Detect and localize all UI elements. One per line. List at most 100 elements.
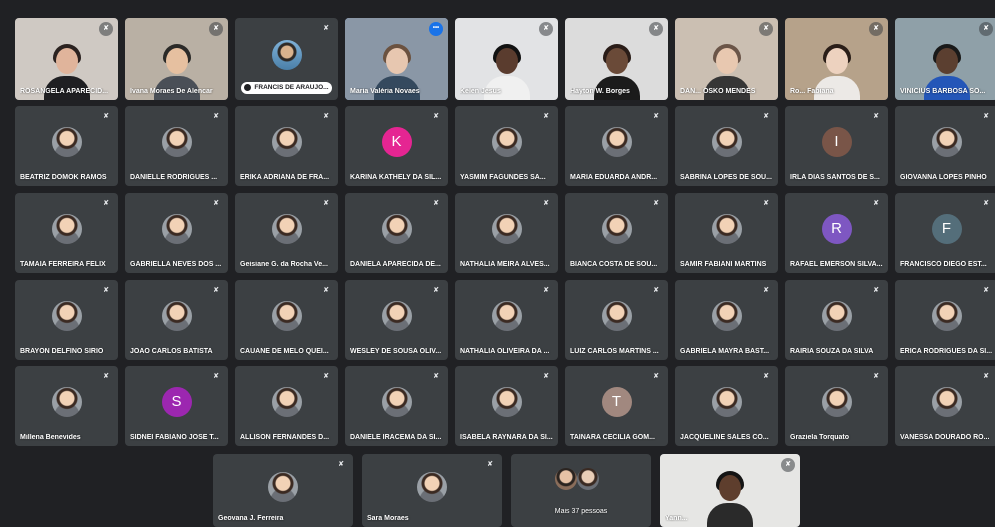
mic-off-icon: ✘ [323, 200, 329, 207]
participant-tile[interactable]: ✘ RAIRIA SOUZA DA SILVA [785, 280, 888, 360]
participant-tile[interactable]: ✘ VINICIUS BARBOSA SO... [895, 18, 995, 100]
mic-off-icon: ✘ [103, 287, 109, 294]
participant-tile[interactable]: ✘ DANIELA APARECIDA DE... [345, 193, 448, 273]
participant-name: ROSANGELA APARECID... [20, 88, 109, 95]
mic-off-icon: ✘ [983, 113, 989, 120]
participant-tile[interactable]: ✘ JACQUELINE SALES CO... [675, 366, 778, 446]
participant-tile[interactable]: ✘ DANIELE IRACEMA DA SI... [345, 366, 448, 446]
participant-tile[interactable]: K ✘ KARINA KATHELY DA SIL... [345, 106, 448, 186]
face-shape [715, 48, 738, 74]
participant-name: Maria Valéria Novaes [350, 88, 420, 95]
mic-off-icon: ✘ [433, 113, 439, 120]
participant-name: RAIRIA SOUZA DA SILVA [790, 348, 874, 355]
participant-tile[interactable]: ✘ Sara Moraes [362, 454, 502, 527]
more-options-icon[interactable]: ••• [429, 22, 443, 36]
participant-tile[interactable]: ✘ Kelen Jesus [455, 18, 558, 100]
participant-name: BIANCA COSTA DE SOU... [570, 261, 658, 268]
mic-off-icon: ✘ [323, 287, 329, 294]
avatar [271, 387, 302, 417]
avatar [711, 214, 742, 244]
avatar [555, 468, 577, 490]
participant-tile[interactable]: ✘ Millena Benevides [15, 366, 118, 446]
participant-tile[interactable]: ✘ TAMAIA FERREIRA FELIX [15, 193, 118, 273]
participant-tile[interactable]: ✘ CAUANE DE MELO QUEI... [235, 280, 338, 360]
more-participants-label: Mais 37 pessoas [554, 508, 608, 515]
participant-tile[interactable]: ✘ SABRINA LOPES DE SOU... [675, 106, 778, 186]
participant-tile[interactable]: ✘ SAMIR FABIANI MARTINS [675, 193, 778, 273]
mic-off-icon: ✘ [213, 373, 219, 380]
participant-name: VINICIUS BARBOSA SO... [900, 88, 986, 95]
face-shape [719, 475, 741, 501]
mic-off-icon: ✘ [323, 25, 329, 32]
mic-off-icon: ✘ [873, 373, 879, 380]
participant-name: Geovana J. Ferreira [218, 515, 284, 522]
participant-tile[interactable]: ✘ ERIKA ADRIANA DE FRA... [235, 106, 338, 186]
participant-tile[interactable]: ✘ NATHALIA OLIVEIRA DA ... [455, 280, 558, 360]
participant-tile[interactable]: ✘ DAN... OSKO MENDES [675, 18, 778, 100]
mic-off-icon: ✘ [543, 113, 549, 120]
avatar [268, 471, 298, 502]
participant-tile[interactable]: S ✘ SIDNEI FABIANO JOSE T... [125, 366, 228, 446]
participant-tile[interactable]: ✘ BIANCA COSTA DE SOU... [565, 193, 668, 273]
participant-name: BRAYON DELFINO SIRIO [20, 348, 104, 355]
mic-off-icon: ✘ [653, 287, 659, 294]
participant-name: FRANCIS DE ARAUJO... [241, 82, 332, 94]
participant-tile[interactable]: ✘ ROSANGELA APARECID... [15, 18, 118, 100]
face-shape [605, 48, 628, 74]
mic-off-icon: ✘ [543, 373, 549, 380]
participant-tile[interactable]: R ✘ RAFAEL EMERSON SILVA... [785, 193, 888, 273]
mic-off-icon: ✘ [543, 287, 549, 294]
participant-name: Yann... [665, 515, 688, 522]
participant-tile[interactable]: ✘ Geisiane G. da Rocha Ve... [235, 193, 338, 273]
participant-name: Graziela Torquato [790, 434, 849, 441]
participant-tile[interactable]: ✘ MARIA EDUARDA ANDR... [565, 106, 668, 186]
mic-off-icon: ✘ [213, 287, 219, 294]
participant-name: TAMAIA FERREIRA FELIX [20, 261, 106, 268]
participant-tile[interactable]: ✘ DANIELLE RODRIGUES ... [125, 106, 228, 186]
participant-tile[interactable]: ✘ Hayton W. Borges [565, 18, 668, 100]
participant-tile[interactable]: ✘ Yann... [660, 454, 800, 527]
participant-tile[interactable]: ✘ LUIZ CARLOS MARTINS ... [565, 280, 668, 360]
participant-tile[interactable]: ✘ GABRIELLA NEVES DOS ... [125, 193, 228, 273]
participant-tile[interactable]: F ✘ FRANCISCO DIEGO EST... [895, 193, 995, 273]
participant-tile[interactable]: ••• Maria Valéria Novaes [345, 18, 448, 100]
participant-tile[interactable]: ✘ BRAYON DELFINO SIRIO [15, 280, 118, 360]
mic-off-icon: ✘ [103, 373, 109, 380]
avatar: I [821, 127, 852, 157]
mic-off-icon: ✘ [323, 373, 329, 380]
participant-name: FRANCISCO DIEGO EST... [900, 261, 987, 268]
participant-tile[interactable]: ✘ JOAO CARLOS BATISTA [125, 280, 228, 360]
participant-tile[interactable]: T ✘ TAINARA CECILIA GOM... [565, 366, 668, 446]
avatar: K [381, 127, 412, 157]
participant-name: DANIELLE RODRIGUES ... [130, 174, 218, 181]
participant-tile[interactable]: ✘ ALLISON FERNANDES D... [235, 366, 338, 446]
participant-name: GABRIELLA NEVES DOS ... [130, 261, 222, 268]
participant-tile[interactable]: ✘ ERICA RODRIGUES DA SI... [895, 280, 995, 360]
participant-tile[interactable]: ✘ Graziela Torquato [785, 366, 888, 446]
participant-tile[interactable]: ✘ Ro... Fabiana [785, 18, 888, 100]
avatar: S [161, 387, 192, 417]
avatar [821, 387, 852, 417]
avatar [51, 387, 82, 417]
participant-tile[interactable]: ✘ NATHALIA MEIRA ALVES... [455, 193, 558, 273]
participant-name: WESLEY DE SOUSA OLIV... [350, 348, 442, 355]
participant-name: Hayton W. Borges [570, 88, 630, 95]
mic-off-icon: ✘ [213, 200, 219, 207]
mic-off-icon: ✘ [539, 22, 553, 36]
participant-tile[interactable]: ✘ WESLEY DE SOUSA OLIV... [345, 280, 448, 360]
participant-tile[interactable]: ✘ FRANCIS DE ARAUJO... [235, 18, 338, 100]
participant-tile[interactable]: ✘ GIOVANNA LOPES PINHO [895, 106, 995, 186]
participant-tile[interactable]: ✘ Ivana Moraes De Alencar [125, 18, 228, 100]
mic-off-icon: ✘ [323, 113, 329, 120]
participant-tile[interactable]: I ✘ IRLA DIAS SANTOS DE S... [785, 106, 888, 186]
participant-tile[interactable]: Mais 37 pessoas [511, 454, 651, 527]
avatar [417, 471, 447, 502]
participant-name: Geisiane G. da Rocha Ve... [240, 261, 328, 268]
participant-tile[interactable]: ✘ VANESSA DOURADO RO... [895, 366, 995, 446]
participant-tile[interactable]: ✘ YASMIM FAGUNDES SA... [455, 106, 558, 186]
participant-tile[interactable]: ✘ GABRIELA MAYRA BAST... [675, 280, 778, 360]
participant-name: TAINARA CECILIA GOM... [570, 434, 655, 441]
participant-tile[interactable]: ✘ ISABELA RAYNARA DA SI... [455, 366, 558, 446]
participant-tile[interactable]: ✘ BEATRIZ DOMOK RAMOS [15, 106, 118, 186]
participant-tile[interactable]: ✘ Geovana J. Ferreira [213, 454, 353, 527]
